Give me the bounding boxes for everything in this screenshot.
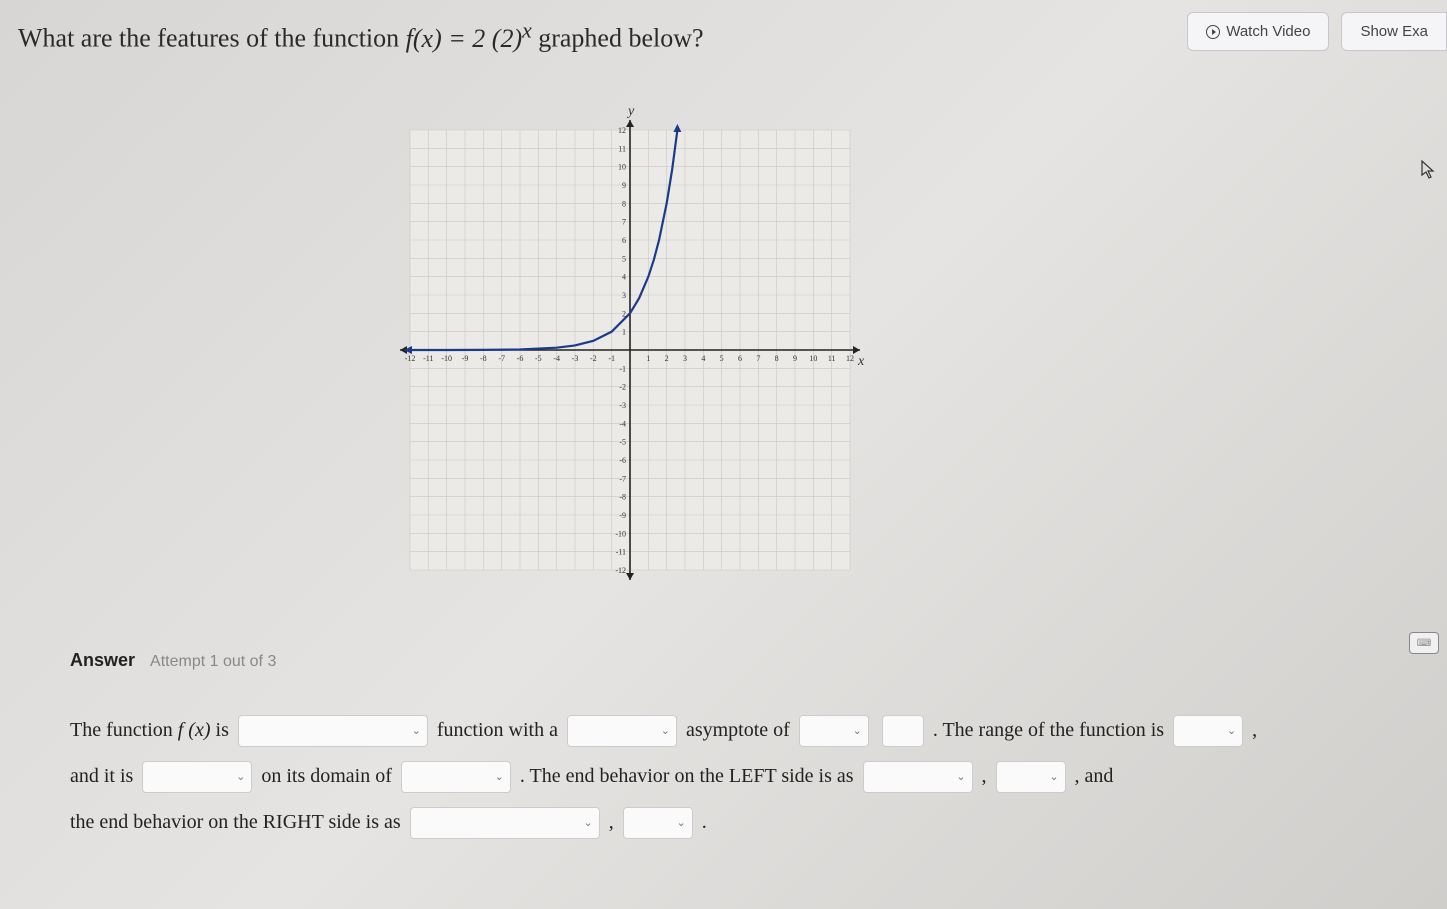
function-type-select[interactable]: ⌄ <box>238 715 428 747</box>
answer-heading: Answer Attempt 1 out of 3 <box>70 650 1427 671</box>
svg-text:3: 3 <box>622 291 626 300</box>
monotone-select[interactable]: ⌄ <box>142 761 252 793</box>
svg-text:5: 5 <box>720 354 724 363</box>
svg-text:4: 4 <box>701 354 705 363</box>
answer-line-3: the end behavior on the RIGHT side is as… <box>70 799 1427 845</box>
svg-text:-11: -11 <box>616 548 626 557</box>
svg-text:8: 8 <box>622 199 626 208</box>
answer-line-1: The function f (x) is ⌄ function with a … <box>70 707 1427 753</box>
chevron-down-icon: ⌄ <box>1049 754 1058 800</box>
chevron-down-icon: ⌄ <box>583 800 592 846</box>
svg-text:7: 7 <box>756 354 760 363</box>
range-select[interactable]: ⌄ <box>1173 715 1243 747</box>
asymptote-var-select[interactable]: ⌄ <box>799 715 869 747</box>
chevron-down-icon: ⌄ <box>236 754 245 800</box>
watch-video-label: Watch Video <box>1226 23 1310 40</box>
svg-text:4: 4 <box>622 273 626 282</box>
chevron-down-icon: ⌄ <box>956 754 965 800</box>
chevron-down-icon: ⌄ <box>412 708 421 754</box>
asymptote-value-input[interactable] <box>882 715 924 747</box>
svg-text:-6: -6 <box>619 456 626 465</box>
svg-text:-7: -7 <box>498 354 505 363</box>
watch-video-button[interactable]: Watch Video <box>1187 12 1329 51</box>
svg-text:-10: -10 <box>441 354 452 363</box>
answer-line-2: and it is ⌄ on its domain of ⌄ . The end… <box>70 753 1427 799</box>
svg-text:-9: -9 <box>462 354 469 363</box>
svg-text:1: 1 <box>622 328 626 337</box>
svg-text:10: 10 <box>809 354 817 363</box>
svg-text:-2: -2 <box>619 383 626 392</box>
chevron-down-icon: ⌄ <box>1227 708 1236 754</box>
svg-text:5: 5 <box>622 254 626 263</box>
svg-text:-1: -1 <box>608 354 615 363</box>
svg-text:-12: -12 <box>405 354 416 363</box>
asymptote-type-select[interactable]: ⌄ <box>567 715 677 747</box>
domain-select[interactable]: ⌄ <box>401 761 511 793</box>
svg-text:-10: -10 <box>615 529 626 538</box>
function-graph: -12-11-10-9-8-7-6-5-4-3-2-11234567891011… <box>390 110 870 590</box>
svg-text:-3: -3 <box>619 401 626 410</box>
svg-text:1: 1 <box>646 354 650 363</box>
svg-text:9: 9 <box>622 181 626 190</box>
question-text: What are the features of the function f(… <box>18 18 704 54</box>
svg-text:7: 7 <box>622 218 626 227</box>
attempt-count: Attempt 1 out of 3 <box>150 653 276 670</box>
svg-text:8: 8 <box>775 354 779 363</box>
svg-text:6: 6 <box>622 236 626 245</box>
svg-text:-3: -3 <box>572 354 579 363</box>
chevron-down-icon: ⌄ <box>495 754 504 800</box>
right-end-x-select[interactable]: ⌄ <box>410 807 600 839</box>
svg-text:11: 11 <box>618 144 626 153</box>
svg-text:-6: -6 <box>517 354 524 363</box>
svg-text:3: 3 <box>683 354 687 363</box>
right-end-y-select[interactable]: ⌄ <box>623 807 693 839</box>
x-axis-label: x <box>858 354 864 370</box>
chevron-down-icon: ⌄ <box>853 708 862 754</box>
svg-text:-5: -5 <box>619 438 626 447</box>
left-end-y-select[interactable]: ⌄ <box>996 761 1066 793</box>
svg-text:-8: -8 <box>480 354 487 363</box>
show-examples-label: Show Exa <box>1360 23 1428 40</box>
svg-text:12: 12 <box>846 354 854 363</box>
svg-text:-9: -9 <box>619 511 626 520</box>
svg-text:9: 9 <box>793 354 797 363</box>
svg-text:2: 2 <box>665 354 669 363</box>
svg-text:-7: -7 <box>619 474 626 483</box>
svg-text:-11: -11 <box>423 354 433 363</box>
svg-text:12: 12 <box>618 126 626 135</box>
play-circle-icon <box>1206 25 1220 39</box>
left-end-x-select[interactable]: ⌄ <box>863 761 973 793</box>
chevron-down-icon: ⌄ <box>676 800 685 846</box>
svg-text:11: 11 <box>828 354 836 363</box>
svg-text:-2: -2 <box>590 354 597 363</box>
svg-text:-4: -4 <box>619 419 626 428</box>
svg-text:6: 6 <box>738 354 742 363</box>
svg-text:-5: -5 <box>535 354 542 363</box>
svg-text:-1: -1 <box>619 364 626 373</box>
show-examples-button[interactable]: Show Exa <box>1341 12 1447 51</box>
chevron-down-icon: ⌄ <box>661 708 670 754</box>
svg-text:-4: -4 <box>553 354 560 363</box>
cursor-icon <box>1421 160 1437 185</box>
y-axis-label: y <box>628 104 634 120</box>
svg-text:10: 10 <box>618 163 626 172</box>
svg-text:-8: -8 <box>619 493 626 502</box>
svg-text:-12: -12 <box>615 566 626 575</box>
